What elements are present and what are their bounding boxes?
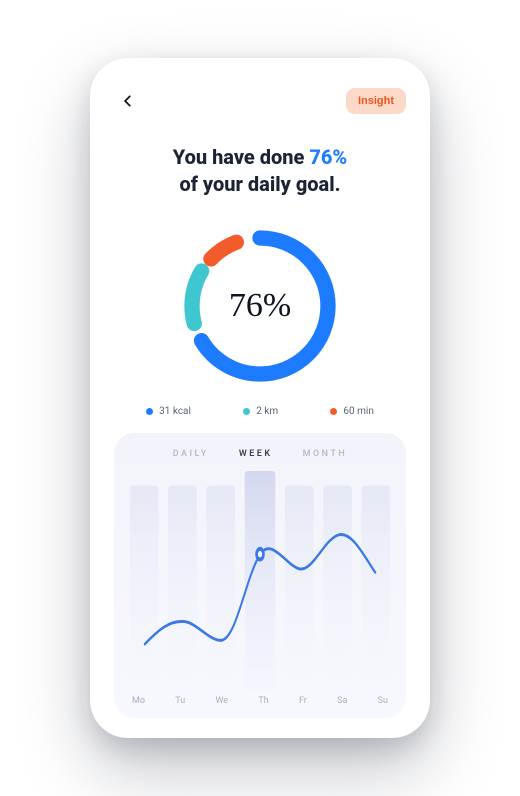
dot-icon <box>330 408 337 415</box>
headline-line2: of your daily goal. <box>179 172 340 196</box>
legend-label: 60 min <box>343 406 373 417</box>
back-button[interactable] <box>114 87 142 115</box>
chart-xaxis: Mo Tu We Th Fr Sa Su <box>126 690 394 706</box>
dot-icon <box>243 408 250 415</box>
xaxis-label: Fr <box>299 696 307 706</box>
xaxis-label: We <box>215 696 228 706</box>
xaxis-label: Th <box>258 696 268 706</box>
xaxis-label: Su <box>378 696 388 706</box>
line-chart <box>126 471 394 690</box>
chart-card: DAILY WEEK MONTH <box>114 433 406 718</box>
tab-month[interactable]: MONTH <box>303 449 348 459</box>
donut-center-value: 76% <box>114 216 406 396</box>
xaxis-label: Tu <box>175 696 185 706</box>
legend-item-km: 2 km <box>243 406 278 417</box>
headline-prefix: You have done <box>173 145 310 169</box>
chart-period-tabs: DAILY WEEK MONTH <box>126 449 394 459</box>
headline-percent: 76% <box>309 145 347 169</box>
headline: You have done 76% of your daily goal. <box>114 144 406 198</box>
tab-daily[interactable]: DAILY <box>173 449 209 459</box>
tab-week[interactable]: WEEK <box>239 449 273 459</box>
top-bar: Insight <box>114 86 406 116</box>
app-screen: Insight You have done 76% of your daily … <box>90 58 430 738</box>
legend-item-kcal: 31 kcal <box>146 406 191 417</box>
legend-item-min: 60 min <box>330 406 373 417</box>
legend: 31 kcal 2 km 60 min <box>114 406 406 417</box>
insight-button[interactable]: Insight <box>346 88 406 114</box>
progress-donut: 76% <box>114 216 406 396</box>
xaxis-label: Mo <box>132 696 145 706</box>
chevron-left-icon <box>121 94 135 108</box>
dot-icon <box>146 408 153 415</box>
legend-label: 2 km <box>256 406 278 417</box>
legend-label: 31 kcal <box>159 406 191 417</box>
xaxis-label: Sa <box>337 696 347 706</box>
